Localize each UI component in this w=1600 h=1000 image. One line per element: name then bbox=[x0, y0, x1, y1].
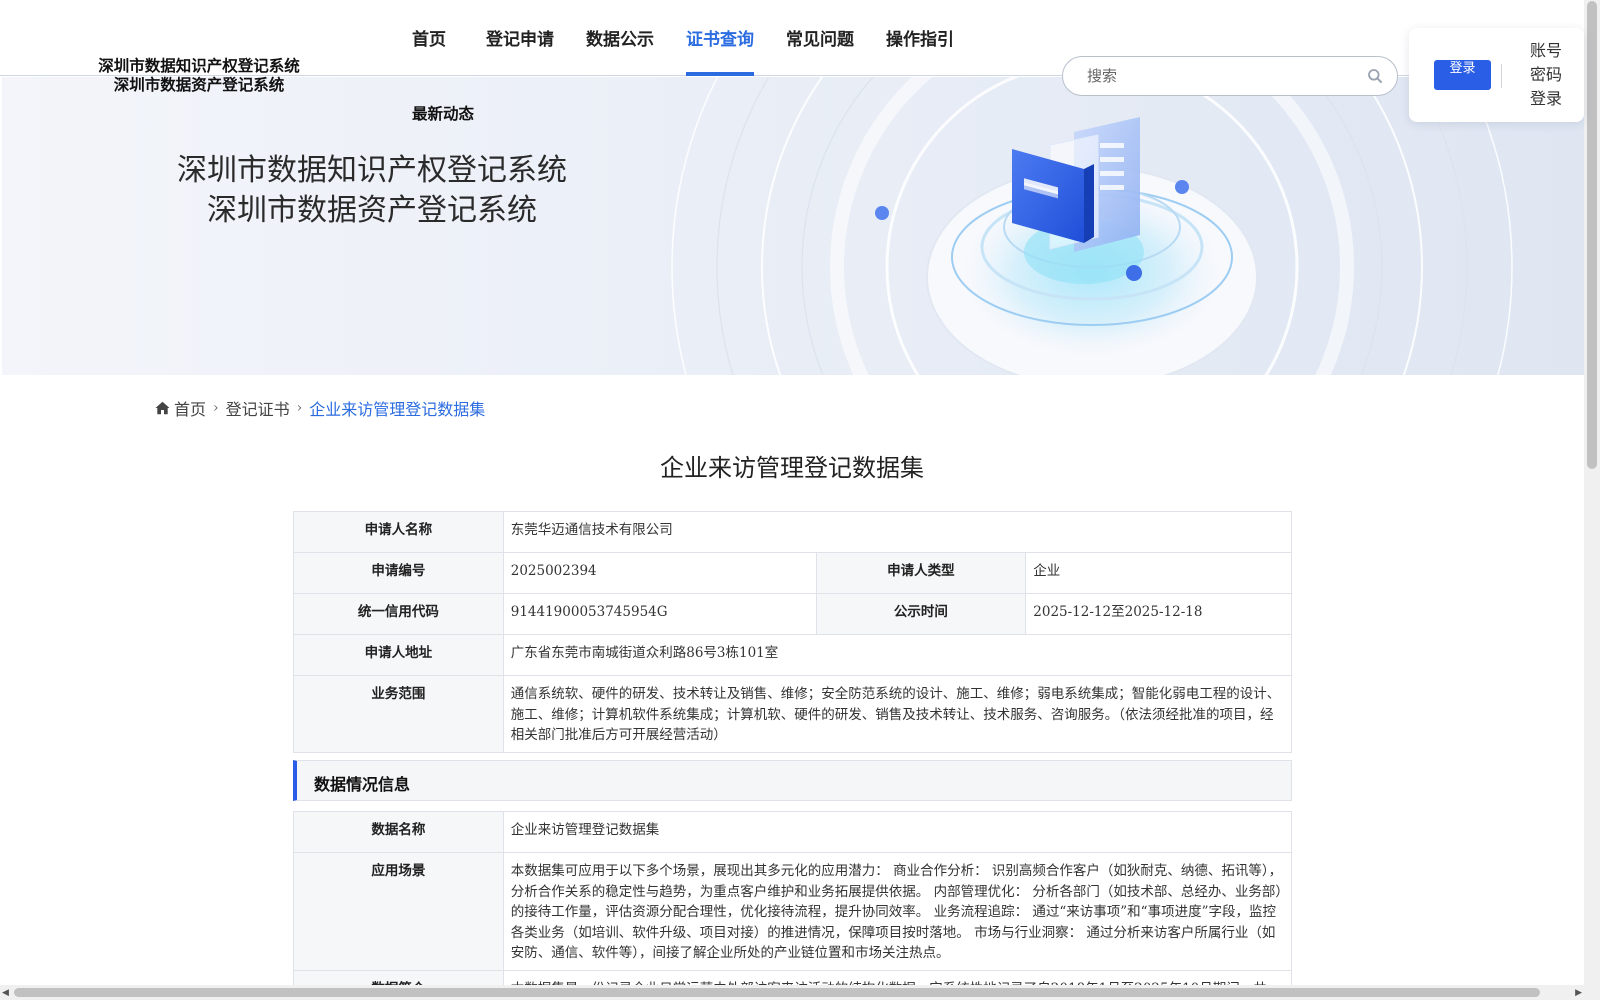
search-icon[interactable] bbox=[1367, 68, 1383, 84]
application-scenario-label: 应用场景 bbox=[293, 852, 504, 971]
data-info-section-heading: 数据情况信息 bbox=[293, 760, 1292, 801]
nav-latest-news[interactable]: 最新动态 bbox=[412, 102, 474, 124]
business-scope-label: 业务范围 bbox=[293, 675, 504, 753]
banner-title: 深圳市数据知识产权登记系统 深圳市数据资产登记系统 bbox=[162, 151, 582, 231]
search-box bbox=[1062, 56, 1398, 96]
site-brand[interactable]: 深圳市数据知识产权登记系统 深圳市数据资产登记系统 bbox=[94, 56, 304, 94]
table-row: 业务范围 通信系统软、硬件的研发、技术转让及销售、维修；安全防范系统的设计、施工… bbox=[293, 675, 1293, 753]
login-card: 登录 账号密码登录 bbox=[1409, 28, 1584, 122]
credit-code-value: 91441900053745954G bbox=[502, 593, 817, 635]
business-scope-value: 通信系统软、硬件的研发、技术转让及销售、维修；安全防范系统的设计、施工、维修；弱… bbox=[502, 675, 1293, 753]
breadcrumb-home[interactable]: 首页 bbox=[174, 396, 206, 420]
table-row: 统一信用代码 91441900053745954G 公示时间 2025-12-1… bbox=[293, 593, 1292, 635]
scroll-right-icon[interactable]: ▶ bbox=[1575, 988, 1582, 998]
vertical-scrollbar-thumb[interactable] bbox=[1587, 1, 1597, 469]
data-info-table: 数据名称 企业来访管理登记数据集 应用场景 本数据集可应用于以下多个场景，展现出… bbox=[293, 811, 1293, 1000]
nav-faq[interactable]: 常见问题 bbox=[786, 0, 854, 76]
data-name-label: 数据名称 bbox=[293, 811, 504, 853]
nav-operation-guide[interactable]: 操作指引 bbox=[886, 0, 954, 76]
application-number-value: 2025002394 bbox=[502, 552, 817, 594]
chevron-right-icon: › bbox=[213, 400, 219, 416]
nav-home[interactable]: 首页 bbox=[412, 0, 446, 76]
vertical-scrollbar[interactable] bbox=[1584, 0, 1600, 1000]
applicant-type-value: 企业 bbox=[1025, 552, 1292, 594]
breadcrumb-certificates[interactable]: 登记证书 bbox=[226, 396, 290, 420]
table-row: 申请编号 2025002394 申请人类型 企业 bbox=[293, 552, 1292, 594]
applicant-info-table: 申请人名称 东莞华迈通信技术有限公司 申请编号 2025002394 申请人类型… bbox=[293, 511, 1293, 753]
horizontal-scrollbar[interactable]: ◀ ▶ bbox=[0, 985, 1584, 1000]
scroll-left-icon[interactable]: ◀ bbox=[2, 988, 9, 998]
credit-code-label: 统一信用代码 bbox=[293, 593, 504, 635]
banner-title-line-2: 深圳市数据资产登记系统 bbox=[207, 193, 537, 228]
nav-certificate-query[interactable]: 证书查询 bbox=[686, 0, 754, 76]
applicant-type-label: 申请人类型 bbox=[815, 552, 1027, 594]
publicity-period-label: 公示时间 bbox=[815, 593, 1027, 635]
search-input[interactable] bbox=[1087, 65, 1347, 87]
applicant-address-label: 申请人地址 bbox=[293, 634, 504, 676]
login-button[interactable]: 登录 bbox=[1434, 60, 1491, 90]
brand-line-1: 深圳市数据知识产权登记系统 bbox=[98, 56, 300, 75]
login-divider bbox=[1501, 64, 1502, 88]
hero-banner: 深圳市数据知识产权登记系统 深圳市数据资产登记系统 bbox=[2, 77, 1584, 375]
brand-line-2: 深圳市数据资产登记系统 bbox=[113, 75, 285, 94]
horizontal-scrollbar-thumb[interactable] bbox=[14, 988, 1540, 997]
publicity-period-value: 2025-12-12至2025-12-18 bbox=[1025, 593, 1292, 635]
table-row: 应用场景 本数据集可应用于以下多个场景，展现出其多元化的应用潜力： 商业合作分析… bbox=[293, 852, 1293, 971]
application-scenario-value: 本数据集可应用于以下多个场景，展现出其多元化的应用潜力： 商业合作分析： 识别高… bbox=[502, 852, 1293, 971]
breadcrumb: 首页 › 登记证书 › 企业来访管理登记数据集 bbox=[155, 396, 485, 420]
table-row: 申请人地址 广东省东莞市南城街道众利路86号3栋101室 bbox=[293, 634, 1293, 676]
nav-data-publicity[interactable]: 数据公示 bbox=[586, 0, 654, 76]
table-row: 申请人名称 东莞华迈通信技术有限公司 bbox=[293, 511, 1293, 553]
applicant-address-value: 广东省东莞市南城街道众利路86号3栋101室 bbox=[502, 634, 1293, 676]
table-row: 数据名称 企业来访管理登记数据集 bbox=[293, 811, 1293, 853]
home-icon[interactable] bbox=[155, 401, 170, 415]
applicant-name-label: 申请人名称 bbox=[293, 511, 504, 553]
banner-title-line-1: 深圳市数据知识产权登记系统 bbox=[177, 153, 567, 188]
application-number-label: 申请编号 bbox=[293, 552, 504, 594]
nav-registration-apply[interactable]: 登记申请 bbox=[486, 0, 554, 76]
page-title: 企业来访管理登记数据集 bbox=[660, 454, 924, 482]
applicant-name-value: 东莞华迈通信技术有限公司 bbox=[502, 511, 1293, 553]
data-name-value: 企业来访管理登记数据集 bbox=[502, 811, 1293, 853]
main-nav: 首页 登记申请 数据公示 证书查询 常见问题 操作指引 bbox=[412, 0, 954, 76]
breadcrumb-current: 企业来访管理登记数据集 bbox=[309, 400, 486, 419]
account-password-login-link[interactable]: 账号密码登录 bbox=[1530, 39, 1570, 111]
chevron-right-icon: › bbox=[296, 400, 303, 416]
